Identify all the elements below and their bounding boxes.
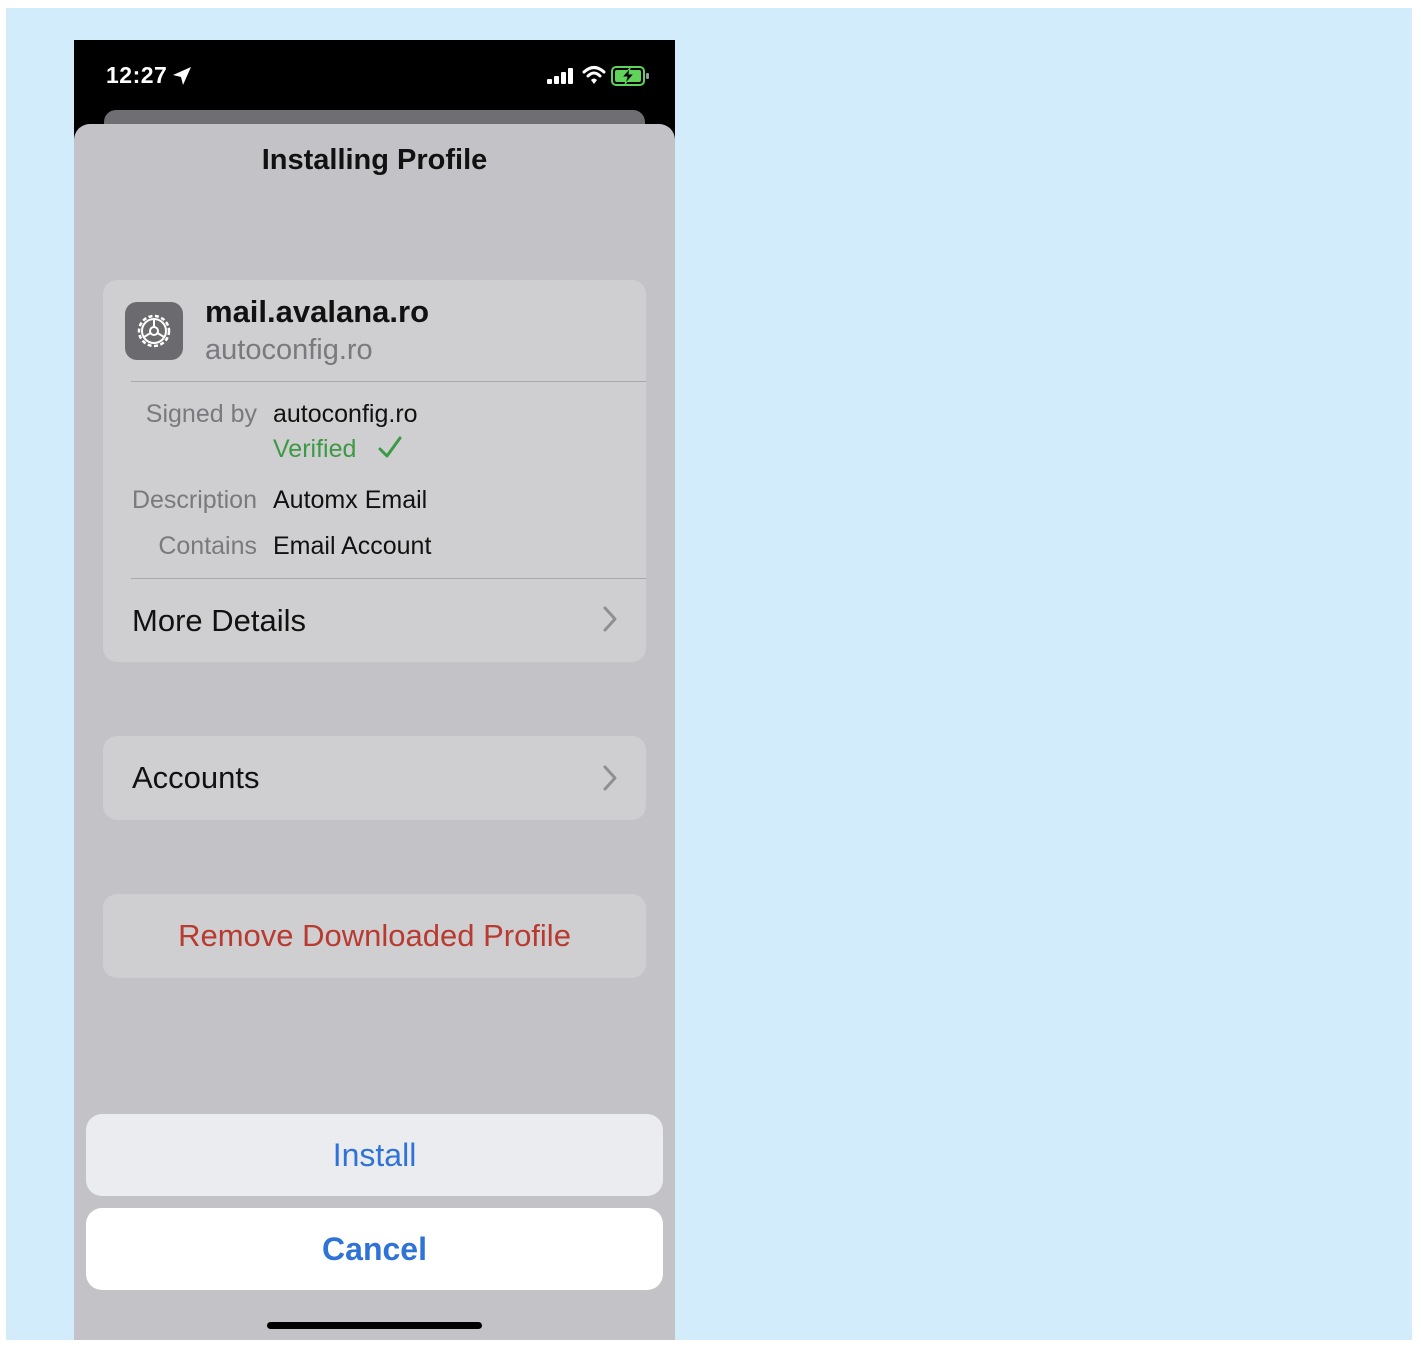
profile-icon (125, 302, 183, 360)
more-details-label: More Details (132, 603, 306, 638)
signed-by-value: autoconfig.ro (273, 400, 418, 428)
wifi-icon (582, 65, 606, 90)
install-button[interactable]: Install (86, 1114, 663, 1196)
more-details-row[interactable]: More Details (103, 579, 646, 662)
status-time: 12:27 (106, 62, 168, 88)
profile-subtitle: autoconfig.ro (205, 334, 373, 366)
status-bar: 12:27 (74, 40, 675, 112)
gear-icon (137, 314, 171, 348)
divider (131, 381, 646, 382)
cancel-button[interactable]: Cancel (86, 1208, 663, 1290)
sheet-title: Installing Profile (261, 144, 488, 176)
battery-charging-icon (611, 66, 651, 91)
cellular-signal-icon (547, 68, 575, 89)
contains-label: Contains (158, 532, 257, 560)
home-indicator (267, 1322, 482, 1329)
screenshot-canvas: 12:27 Installing Profile mail.avalana.ro… (6, 8, 1412, 1340)
signed-by-label: Signed by (145, 400, 257, 428)
profile-card: mail.avalana.ro autoconfig.ro Signed by … (103, 280, 646, 662)
phone-screen: 12:27 Installing Profile mail.avalana.ro… (74, 40, 675, 1340)
description-value: Automx Email (273, 486, 428, 514)
remove-profile-button[interactable]: Remove Downloaded Profile (103, 894, 646, 978)
verified-label: Verified (273, 435, 357, 463)
chevron-right-icon (602, 605, 618, 638)
chevron-right-icon (602, 764, 618, 797)
accounts-label: Accounts (132, 760, 260, 795)
install-profile-sheet: Installing Profile mail.avalana.ro autoc… (74, 124, 675, 1340)
accounts-row[interactable]: Accounts (103, 736, 646, 820)
description-label: Description (131, 486, 257, 514)
checkmark-icon (377, 435, 403, 466)
location-arrow-icon (172, 66, 192, 91)
profile-name: mail.avalana.ro (205, 294, 430, 329)
remove-profile-label: Remove Downloaded Profile (178, 918, 571, 953)
contains-value: Email Account (273, 532, 432, 560)
